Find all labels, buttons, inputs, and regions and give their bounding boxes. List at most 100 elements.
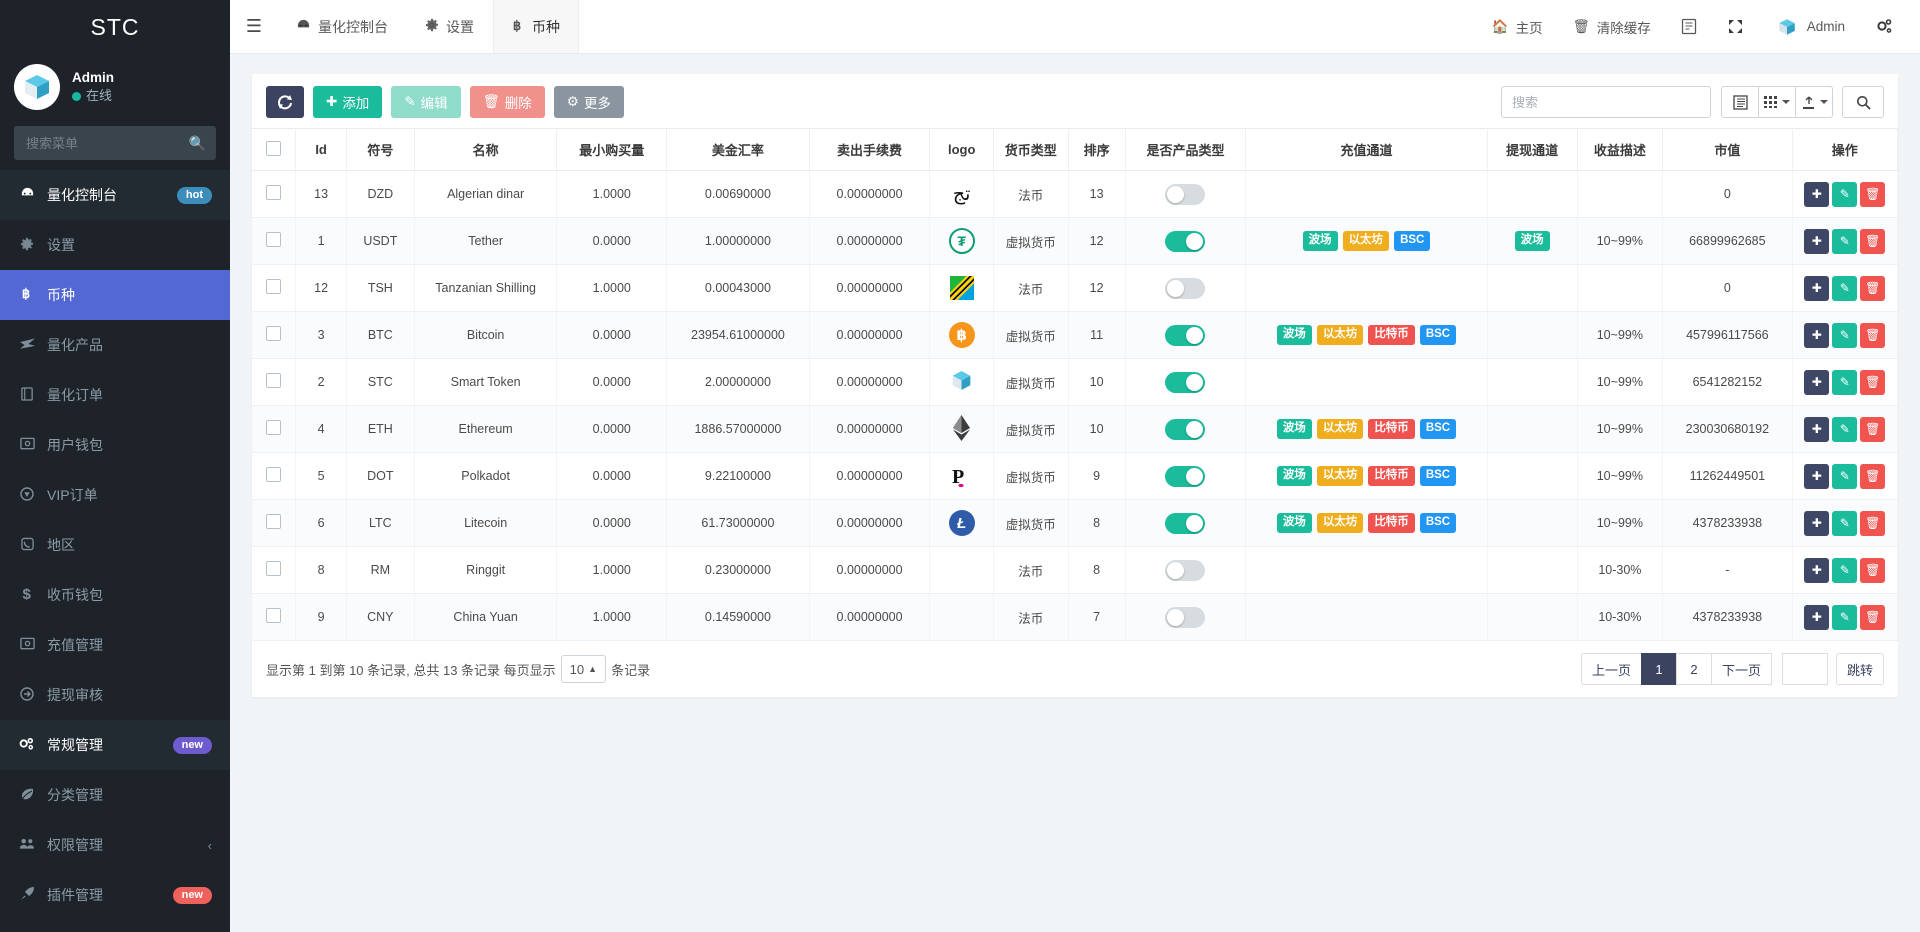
delete-action-button[interactable]: 🗑 — [1860, 229, 1885, 254]
edit-action-button[interactable]: ✎ — [1832, 276, 1857, 301]
sidebar-search[interactable]: 🔍 — [14, 126, 216, 160]
cell-currency-type[interactable]: 虚拟货币 — [994, 359, 1069, 406]
grid-toggle-button[interactable] — [1758, 86, 1796, 118]
sidebar-item-10[interactable]: 提现审核 — [0, 670, 230, 720]
delete-action-button[interactable]: 🗑 — [1860, 511, 1885, 536]
row-select-cell[interactable] — [252, 265, 296, 312]
sidebar-item-3[interactable]: 量化产品 — [0, 320, 230, 370]
channel-chip[interactable]: 以太坊 — [1317, 466, 1364, 486]
move-action-button[interactable]: ✚ — [1804, 605, 1829, 630]
row-select-cell[interactable] — [252, 453, 296, 500]
col-market-value[interactable]: 市值 — [1663, 129, 1792, 171]
sidebar-link[interactable]: 用户钱包 — [0, 420, 230, 470]
sidebar-item-0[interactable]: 量化控制台hot — [0, 170, 230, 220]
edit-action-button[interactable]: ✎ — [1832, 417, 1857, 442]
page-button-2[interactable]: 2 — [1676, 653, 1712, 685]
edit-action-button[interactable]: ✎ — [1832, 464, 1857, 489]
edit-button[interactable]: ✎ 编辑 — [391, 86, 460, 118]
next-page-button[interactable]: 下一页 — [1711, 653, 1772, 685]
col-name[interactable]: 名称 — [414, 129, 557, 171]
product-toggle[interactable] — [1165, 231, 1205, 252]
menu-search-input[interactable] — [24, 135, 189, 152]
row-checkbox[interactable] — [266, 373, 281, 388]
cell-currency-type[interactable]: 虚拟货币 — [994, 500, 1069, 547]
sidebar-link[interactable]: 常规管理new — [0, 720, 230, 770]
sidebar-item-12[interactable]: 分类管理 — [0, 770, 230, 820]
edit-action-button[interactable]: ✎ — [1832, 370, 1857, 395]
channel-chip[interactable]: BSC — [1394, 231, 1430, 251]
move-action-button[interactable]: ✚ — [1804, 464, 1829, 489]
sidebar-link[interactable]: $收币钱包 — [0, 570, 230, 620]
col-withdraw-channel[interactable]: 提现通道 — [1487, 129, 1577, 171]
sidebar-item-14[interactable]: 插件管理new — [0, 870, 230, 920]
table-row[interactable]: 4ETHEthereum0.00001886.570000000.0000000… — [252, 406, 1898, 453]
row-select-cell[interactable] — [252, 547, 296, 594]
row-checkbox[interactable] — [266, 514, 281, 529]
row-checkbox[interactable] — [266, 232, 281, 247]
row-checkbox[interactable] — [266, 420, 281, 435]
sidebar-item-11[interactable]: 常规管理new — [0, 720, 230, 770]
cell-is-product[interactable] — [1125, 500, 1246, 547]
channel-chip[interactable]: 波场 — [1515, 231, 1550, 251]
col-min-buy[interactable]: 最小购买量 — [557, 129, 667, 171]
sidebar-item-8[interactable]: $收币钱包 — [0, 570, 230, 620]
row-select-cell[interactable] — [252, 312, 296, 359]
sidebar-link[interactable]: 量化订单 — [0, 370, 230, 420]
product-toggle[interactable] — [1165, 325, 1205, 346]
table-row[interactable]: 13DZDAlgerian dinar1.00000.006900000.000… — [252, 171, 1898, 218]
channel-chip[interactable]: 比特币 — [1368, 466, 1415, 486]
move-action-button[interactable]: ✚ — [1804, 182, 1829, 207]
row-checkbox[interactable] — [266, 279, 281, 294]
row-select-cell[interactable] — [252, 406, 296, 453]
move-action-button[interactable]: ✚ — [1804, 417, 1829, 442]
cell-is-product[interactable] — [1125, 547, 1246, 594]
delete-action-button[interactable]: 🗑 — [1860, 417, 1885, 442]
sidebar-link[interactable]: 量化控制台hot — [0, 170, 230, 220]
product-toggle[interactable] — [1165, 607, 1205, 628]
col-logo[interactable]: logo — [930, 129, 994, 171]
row-select-cell[interactable] — [252, 218, 296, 265]
sidebar-link[interactable]: 充值管理 — [0, 620, 230, 670]
jump-button[interactable]: 跳转 — [1836, 653, 1884, 685]
sidebar-link[interactable]: 设置 — [0, 220, 230, 270]
sidebar-item-13[interactable]: 权限管理‹ — [0, 820, 230, 870]
page-button-1[interactable]: 1 — [1641, 653, 1677, 685]
more-button[interactable]: ⚙ 更多 — [554, 86, 624, 118]
channel-chip[interactable]: 比特币 — [1368, 419, 1415, 439]
row-select-cell[interactable] — [252, 359, 296, 406]
search-submit-button[interactable] — [1842, 86, 1884, 118]
select-all-header[interactable] — [252, 129, 296, 171]
edit-action-button[interactable]: ✎ — [1832, 182, 1857, 207]
table-row[interactable]: 2STCSmart Token0.00002.000000000.0000000… — [252, 359, 1898, 406]
col-recharge-channel[interactable]: 充值通道 — [1246, 129, 1487, 171]
clear-cache-button[interactable]: 🗑 清除缓存 — [1558, 0, 1666, 54]
sidebar-link[interactable]: VIP订单 — [0, 470, 230, 520]
move-action-button[interactable]: ✚ — [1804, 229, 1829, 254]
delete-action-button[interactable]: 🗑 — [1860, 182, 1885, 207]
home-link[interactable]: 🏠 主页 — [1477, 0, 1558, 54]
col-actions[interactable]: 操作 — [1792, 129, 1897, 171]
channel-chip[interactable]: 以太坊 — [1343, 231, 1390, 251]
row-checkbox[interactable] — [266, 467, 281, 482]
row-checkbox[interactable] — [266, 561, 281, 576]
sidebar-link[interactable]: 分类管理 — [0, 770, 230, 820]
refresh-button[interactable] — [266, 86, 304, 118]
columns-toggle-button[interactable] — [1721, 86, 1759, 118]
search-input[interactable] — [1501, 86, 1711, 118]
jump-page-input[interactable] — [1782, 653, 1828, 685]
sidebar-link[interactable]: 权限管理‹ — [0, 820, 230, 870]
fullscreen-icon[interactable] — [1712, 0, 1759, 54]
add-button[interactable]: ✚ 添加 — [313, 86, 382, 118]
settings-gear-icon[interactable] — [1860, 0, 1908, 54]
sidebar-item-9[interactable]: 充值管理 — [0, 620, 230, 670]
channel-chip[interactable]: 波场 — [1277, 419, 1312, 439]
channel-chip[interactable]: 波场 — [1277, 325, 1312, 345]
delete-action-button[interactable]: 🗑 — [1860, 323, 1885, 348]
move-action-button[interactable]: ✚ — [1804, 370, 1829, 395]
table-row[interactable]: 8RMRinggit1.00000.230000000.00000000法币81… — [252, 547, 1898, 594]
note-icon[interactable] — [1666, 0, 1712, 54]
edit-action-button[interactable]: ✎ — [1832, 323, 1857, 348]
table-row[interactable]: 5DOTPolkadot0.00009.221000000.00000000P虚… — [252, 453, 1898, 500]
col-usd-rate[interactable]: 美金汇率 — [667, 129, 810, 171]
select-all-checkbox[interactable] — [266, 141, 281, 156]
